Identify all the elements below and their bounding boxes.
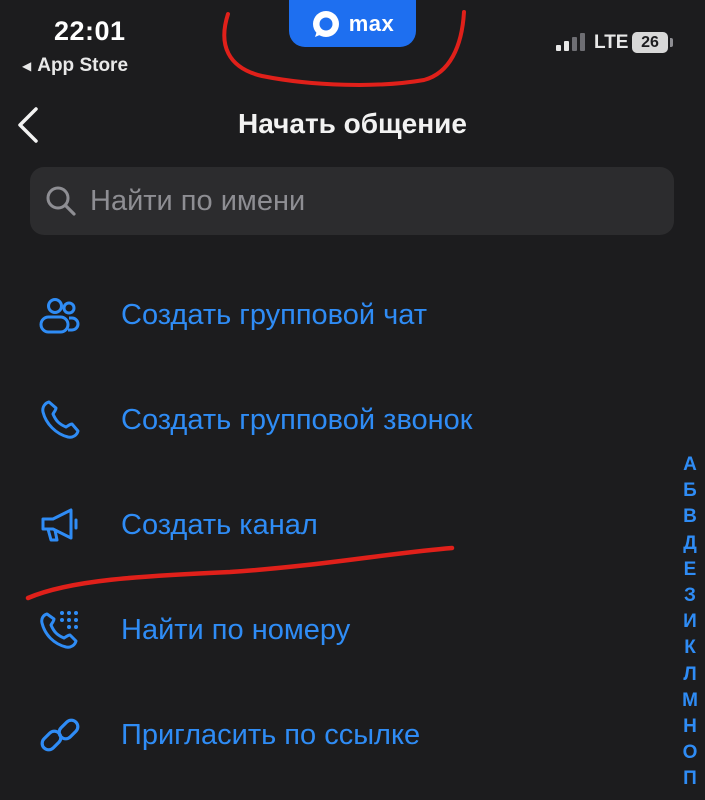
status-bar: 22:01 ◀ App Store max LTE 26 <box>0 0 705 90</box>
action-create-group-chat[interactable]: Создать групповой чат <box>0 265 660 365</box>
dialpad-phone-icon <box>40 611 78 649</box>
link-icon <box>40 718 80 752</box>
signal-strength-icon <box>556 33 585 51</box>
alphabet-letter[interactable]: В <box>672 504 705 530</box>
action-label: Найти по номеру <box>121 613 351 646</box>
alphabet-index[interactable]: А Б В Д Е З И К Л М Н О П <box>672 452 705 792</box>
alphabet-letter[interactable]: Д <box>672 531 705 557</box>
alphabet-letter[interactable]: Н <box>672 714 705 740</box>
alphabet-letter[interactable]: И <box>672 609 705 635</box>
search-bar[interactable] <box>30 167 674 235</box>
max-logo-icon <box>312 10 339 37</box>
alphabet-letter[interactable]: О <box>672 740 705 766</box>
action-invite-by-link[interactable]: Пригласить по ссылке <box>0 685 660 785</box>
action-find-by-number[interactable]: Найти по номеру <box>0 580 660 680</box>
battery-tip <box>670 38 673 47</box>
megaphone-icon <box>41 508 78 542</box>
phone-icon <box>41 400 80 439</box>
battery-indicator: 26 <box>632 32 668 53</box>
group-icon <box>39 298 80 334</box>
navigation-bar: Начать общение <box>0 95 705 155</box>
back-triangle-icon: ◀ <box>22 59 32 73</box>
action-create-group-call[interactable]: Создать групповой звонок <box>0 370 660 470</box>
status-time: 22:01 <box>54 16 126 46</box>
search-input[interactable] <box>88 183 674 219</box>
action-create-channel[interactable]: Создать канал <box>0 475 660 575</box>
alphabet-letter[interactable]: М <box>672 688 705 714</box>
alphabet-letter[interactable]: Е <box>672 557 705 583</box>
action-label: Создать групповой чат <box>121 298 428 331</box>
network-type: LTE <box>594 32 629 53</box>
alphabet-letter[interactable]: К <box>672 635 705 661</box>
alphabet-letter[interactable]: Л <box>672 662 705 688</box>
action-label: Создать канал <box>121 508 318 541</box>
app-indicator-pill[interactable]: max <box>289 0 416 47</box>
back-app-label: App Store <box>37 55 129 76</box>
action-label: Создать групповой звонок <box>121 403 473 436</box>
action-label: Пригласить по ссылке <box>121 718 421 751</box>
alphabet-letter[interactable]: А <box>672 452 705 478</box>
page-title: Начать общение <box>238 108 467 139</box>
alphabet-letter[interactable]: П <box>672 766 705 792</box>
alphabet-letter[interactable]: Б <box>672 478 705 504</box>
alphabet-letter[interactable]: З <box>672 583 705 609</box>
search-icon <box>46 186 76 216</box>
app-name: max <box>348 10 395 36</box>
back-to-app-store[interactable]: ◀ App Store <box>22 55 128 77</box>
